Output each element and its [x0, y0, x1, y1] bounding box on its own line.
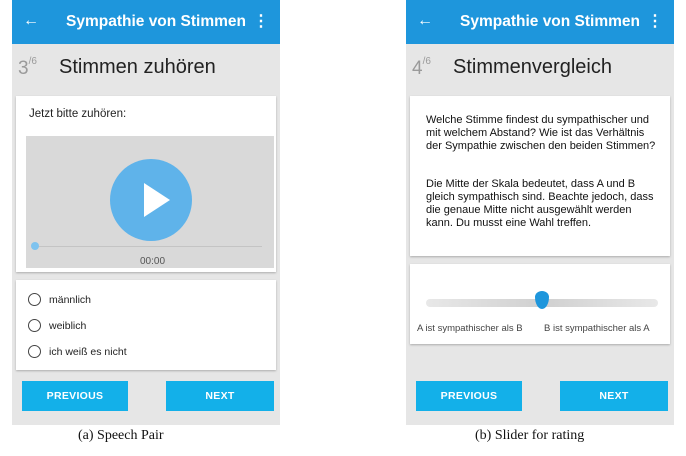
radio-button[interactable]	[28, 345, 41, 358]
app-bar: ← Sympathie von Stimmen ⋮	[12, 0, 280, 44]
next-button[interactable]: NEXT	[560, 381, 668, 411]
previous-button[interactable]: PREVIOUS	[416, 381, 522, 411]
previous-button[interactable]: PREVIOUS	[22, 381, 128, 411]
play-icon	[144, 183, 170, 217]
audio-player: 00:00	[26, 136, 274, 268]
audio-time: 00:00	[140, 256, 166, 267]
app-bar: ← Sympathie von Stimmen ⋮	[406, 0, 674, 44]
play-button[interactable]	[110, 159, 192, 241]
back-arrow-icon[interactable]: ←	[23, 11, 39, 31]
rating-slider-card: A ist sympathischer als B B ist sympathi…	[410, 264, 670, 344]
option-label: männlich	[49, 294, 92, 306]
overflow-menu-icon[interactable]: ⋮	[253, 12, 269, 32]
app-title: Sympathie von Stimmen	[66, 13, 247, 30]
app-title: Sympathie von Stimmen	[460, 13, 641, 30]
caption-slider-rating: (b) Slider for rating	[475, 428, 585, 443]
next-button[interactable]: NEXT	[166, 381, 274, 411]
screen-speech-pair: ← Sympathie von Stimmen ⋮ 3/6 Stimmen zu…	[12, 0, 280, 425]
step-indicator: 4/6	[412, 56, 431, 79]
overflow-menu-icon[interactable]: ⋮	[647, 12, 663, 32]
instruction-text: Die Mitte der Skala bedeutet, dass A und…	[426, 178, 654, 229]
instructions-card: Welche Stimme findest du sympathischer u…	[410, 96, 670, 256]
caption-speech-pair: (a) Speech Pair	[78, 428, 164, 443]
gender-options-card: männlich weiblich ich weiß es nicht	[16, 280, 276, 370]
radio-button[interactable]	[28, 293, 41, 306]
page-title: Stimmenvergleich	[453, 56, 612, 78]
listen-card: Jetzt bitte zuhören: 00:00	[16, 96, 276, 272]
screen-slider-rating: ← Sympathie von Stimmen ⋮ 4/6 Stimmenver…	[406, 0, 674, 425]
audio-progress-knob[interactable]	[31, 242, 39, 250]
step-indicator: 3/6	[18, 56, 37, 79]
back-arrow-icon[interactable]: ←	[417, 11, 433, 31]
slider-right-label: B ist sympathischer als A	[544, 323, 650, 334]
page-title: Stimmen zuhören	[59, 56, 216, 78]
option-label: weiblich	[49, 320, 87, 332]
slider-left-label: A ist sympathischer als B	[417, 323, 523, 334]
question-text: Welche Stimme findest du sympathischer u…	[426, 114, 656, 152]
radio-button[interactable]	[28, 319, 41, 332]
audio-progress-track[interactable]	[36, 246, 262, 247]
option-label: ich weiß es nicht	[49, 346, 127, 358]
listen-prompt: Jetzt bitte zuhören:	[29, 108, 127, 120]
